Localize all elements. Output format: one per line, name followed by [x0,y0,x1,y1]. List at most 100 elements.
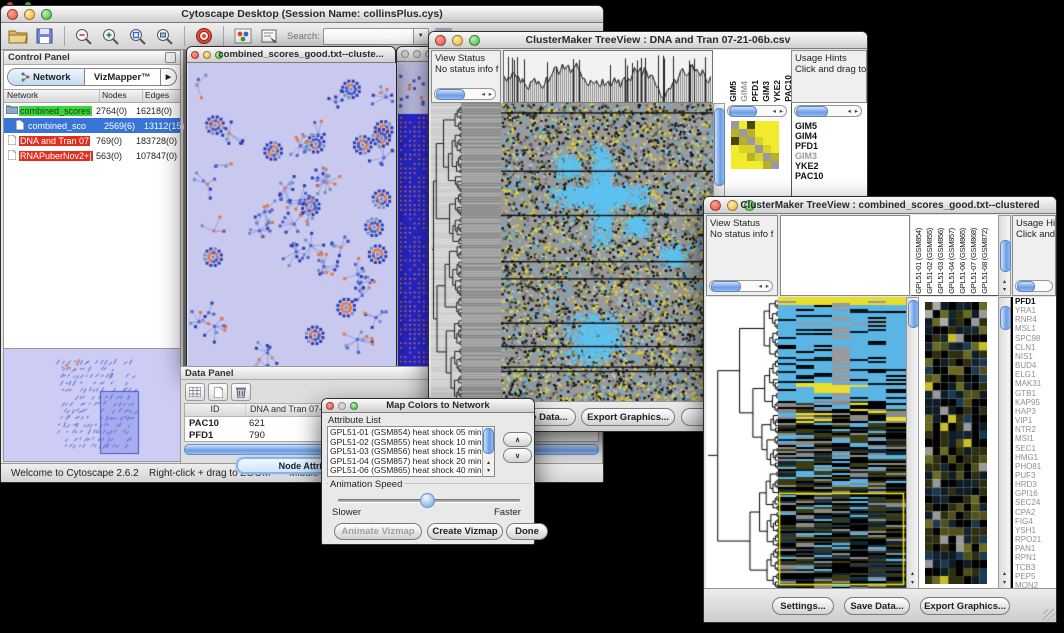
matrix-cell[interactable] [763,129,771,137]
column-label[interactable]: YKE2 [772,80,783,102]
matrix-cell[interactable] [739,145,747,153]
gene-label[interactable]: MAK31 [1013,379,1056,388]
minimize-icon[interactable] [203,51,211,59]
scroll-thumb[interactable] [796,106,828,117]
vizmapper-icon[interactable] [231,25,255,47]
gene-label[interactable]: PHO81 [1013,462,1056,471]
title-bar[interactable]: Map Colors to Network [322,399,534,413]
column-label[interactable]: GPL51-07 (GSM868) [969,228,980,294]
gene-label[interactable]: NIS1 [1013,352,1056,361]
animate-vizmap-button[interactable]: Animate Vizmap [334,523,422,540]
column-label[interactable]: GPL51-01 (GSM854) [914,228,925,294]
gene-label[interactable]: SEC1 [1013,444,1056,453]
scroll-down-icon[interactable]: ▾ [907,579,918,587]
chevron-down-icon[interactable]: ▼ [413,29,428,44]
hscrollbar[interactable]: ◂ ▸ [794,105,862,117]
create-vizmap-button[interactable]: Create Vizmap [427,523,503,540]
gene-label[interactable]: TCB3 [1013,563,1056,572]
matrix-cell[interactable] [763,137,771,145]
minimize-icon[interactable] [338,402,346,410]
gene-label[interactable]: PUF3 [1013,471,1056,480]
column-label[interactable]: GPL51-08 (GSM872) [980,228,991,294]
gene-label[interactable]: SEC24 [1013,498,1056,507]
matrix-cell[interactable] [747,161,755,169]
column-label[interactable]: GIM5 [728,81,739,102]
column-label[interactable]: GIM4 [739,81,750,102]
matrix-cell[interactable] [739,137,747,145]
gene-label[interactable]: RPO21 [1013,535,1056,544]
gene-label[interactable]: BUD4 [1013,361,1056,370]
gene-label[interactable]: KAP95 [1013,398,1056,407]
matrix-cell[interactable] [771,129,779,137]
scroll-thumb[interactable] [1000,306,1011,330]
gene-label[interactable]: MSL1 [1013,324,1056,333]
title-bar[interactable]: ClusterMaker TreeView : DNA and Tran 07-… [429,32,867,49]
col-network[interactable]: Network [4,90,100,102]
close-icon[interactable] [326,402,334,410]
scroll-thumb[interactable] [1017,281,1035,292]
gene-label[interactable]: HRD3 [1013,480,1056,489]
heatmap-vscrollbar[interactable]: ▴ ▾ [906,297,919,591]
gene-label[interactable]: CLN1 [1013,343,1056,352]
close-icon[interactable] [7,9,18,20]
gene-label[interactable]: MSI1 [1013,434,1056,443]
title-bar[interactable]: combined_scores_good.txt--cluste... [187,47,395,63]
column-label[interactable]: GPL51-03 (GSM856) [936,228,947,294]
help-lifering-icon[interactable] [192,25,216,47]
matrix-cell[interactable] [755,121,763,129]
hscrollbar[interactable] [1015,280,1053,292]
zoom-fit-icon[interactable] [126,25,150,47]
matrix-cell[interactable] [755,145,763,153]
scroll-arrows-icon[interactable]: ◂ ▸ [773,107,786,115]
gene-label[interactable]: HMG1 [1013,453,1056,462]
gene-label[interactable]: HAP3 [1013,407,1056,416]
matrix-cell[interactable] [755,137,763,145]
labels-vscrollbar[interactable]: ▴ ▾ [998,215,1011,296]
zoom-in-icon[interactable] [99,25,123,47]
gene-label[interactable]: CPA2 [1013,508,1056,517]
matrix-cell[interactable] [771,161,779,169]
matrix-cell[interactable] [771,145,779,153]
close-icon[interactable] [191,51,199,59]
gene-label[interactable]: PFD1 [792,141,867,151]
matrix-cell[interactable] [731,161,739,169]
matrix-cell[interactable] [763,153,771,161]
slider-thumb[interactable] [420,493,435,508]
title-bar[interactable]: ClusterMaker TreeView : combined_scores_… [704,197,1056,214]
matrix-cell[interactable] [755,161,763,169]
matrix-cell[interactable] [747,121,755,129]
matrix-cell[interactable] [739,153,747,161]
move-down-button[interactable]: ∨ [503,448,532,463]
matrix-cell[interactable] [731,121,739,129]
scroll-up-icon[interactable]: ▴ [483,459,494,467]
done-button[interactable]: Done [506,523,548,540]
heatmap-canvas[interactable] [501,103,713,404]
matrix-cell[interactable] [747,153,755,161]
matrix-cell[interactable] [763,121,771,129]
hscrollbar[interactable]: ◂ ▸ [434,88,496,100]
gene-label[interactable]: PFD1 [1013,297,1056,306]
annotation-icon[interactable] [258,25,282,47]
col-nodes[interactable]: Nodes [100,90,143,102]
heatmap-canvas[interactable] [778,297,906,591]
delete-attribute-icon[interactable] [231,383,251,401]
gene-label[interactable]: YRA1 [1013,306,1056,315]
correlation-matrix[interactable] [731,121,779,169]
open-file-icon[interactable] [6,25,30,47]
minimize-icon[interactable] [413,50,421,58]
settings-button[interactable]: Settings... [772,597,834,615]
tab-overflow-button[interactable]: ▶ [160,69,176,85]
gene-label[interactable]: NTR2 [1013,425,1056,434]
hscrollbar[interactable]: ◂ ▸ [709,280,773,292]
row-dendrogram-canvas[interactable] [706,297,778,591]
gene-label[interactable]: PAC10 [792,171,867,181]
matrix-cell[interactable] [747,137,755,145]
zoom-vscrollbar[interactable]: ▴ ▾ [998,297,1011,591]
listbox-vscrollbar[interactable]: ▴ ▾ [482,427,494,476]
scroll-thumb[interactable] [711,281,741,292]
scroll-arrows-icon[interactable]: ◂ ▸ [482,90,495,98]
col-edges[interactable]: Edges [143,90,180,102]
scroll-up-icon[interactable]: ▴ [999,570,1010,578]
close-icon[interactable] [401,50,409,58]
gene-label[interactable]: FIG4 [1013,517,1056,526]
